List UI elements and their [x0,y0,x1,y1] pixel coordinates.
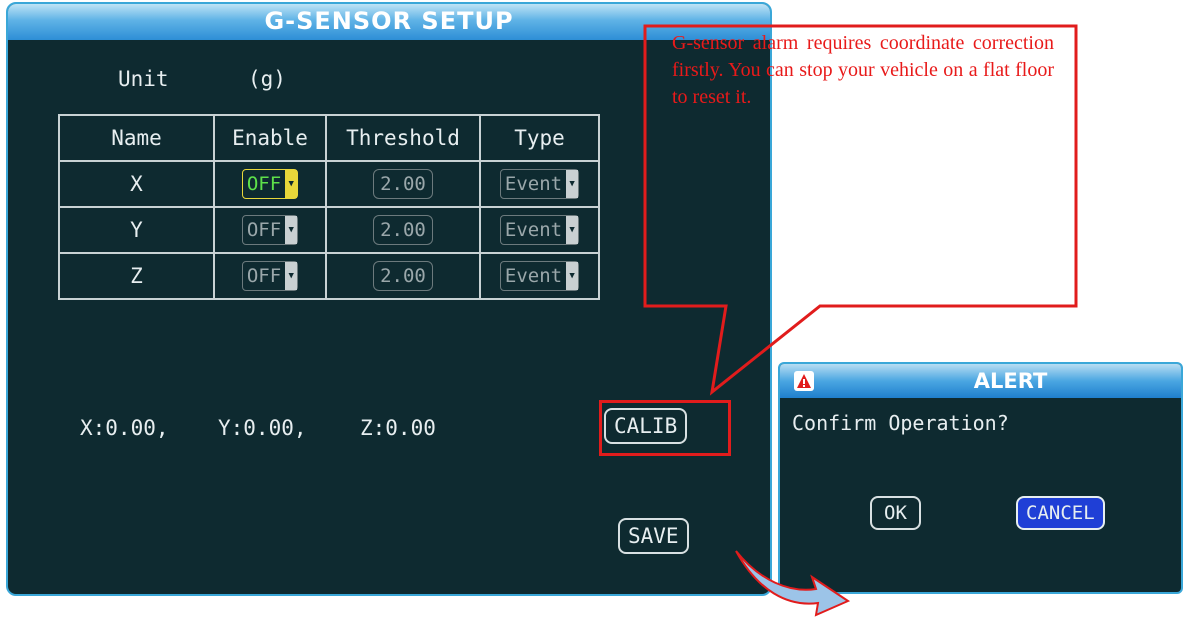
cancel-button[interactable]: CANCEL [1016,496,1105,530]
ok-button[interactable]: OK [870,496,921,530]
alert-title: ALERT [973,369,1048,393]
annotation-note: G-sensor alarm requires coordinate corre… [672,32,1054,108]
alert-message: Confirm Operation? [792,411,1009,435]
warning-icon [794,371,814,391]
pointer-arrow-icon [735,550,851,617]
alert-title-bar: ALERT [780,364,1181,398]
